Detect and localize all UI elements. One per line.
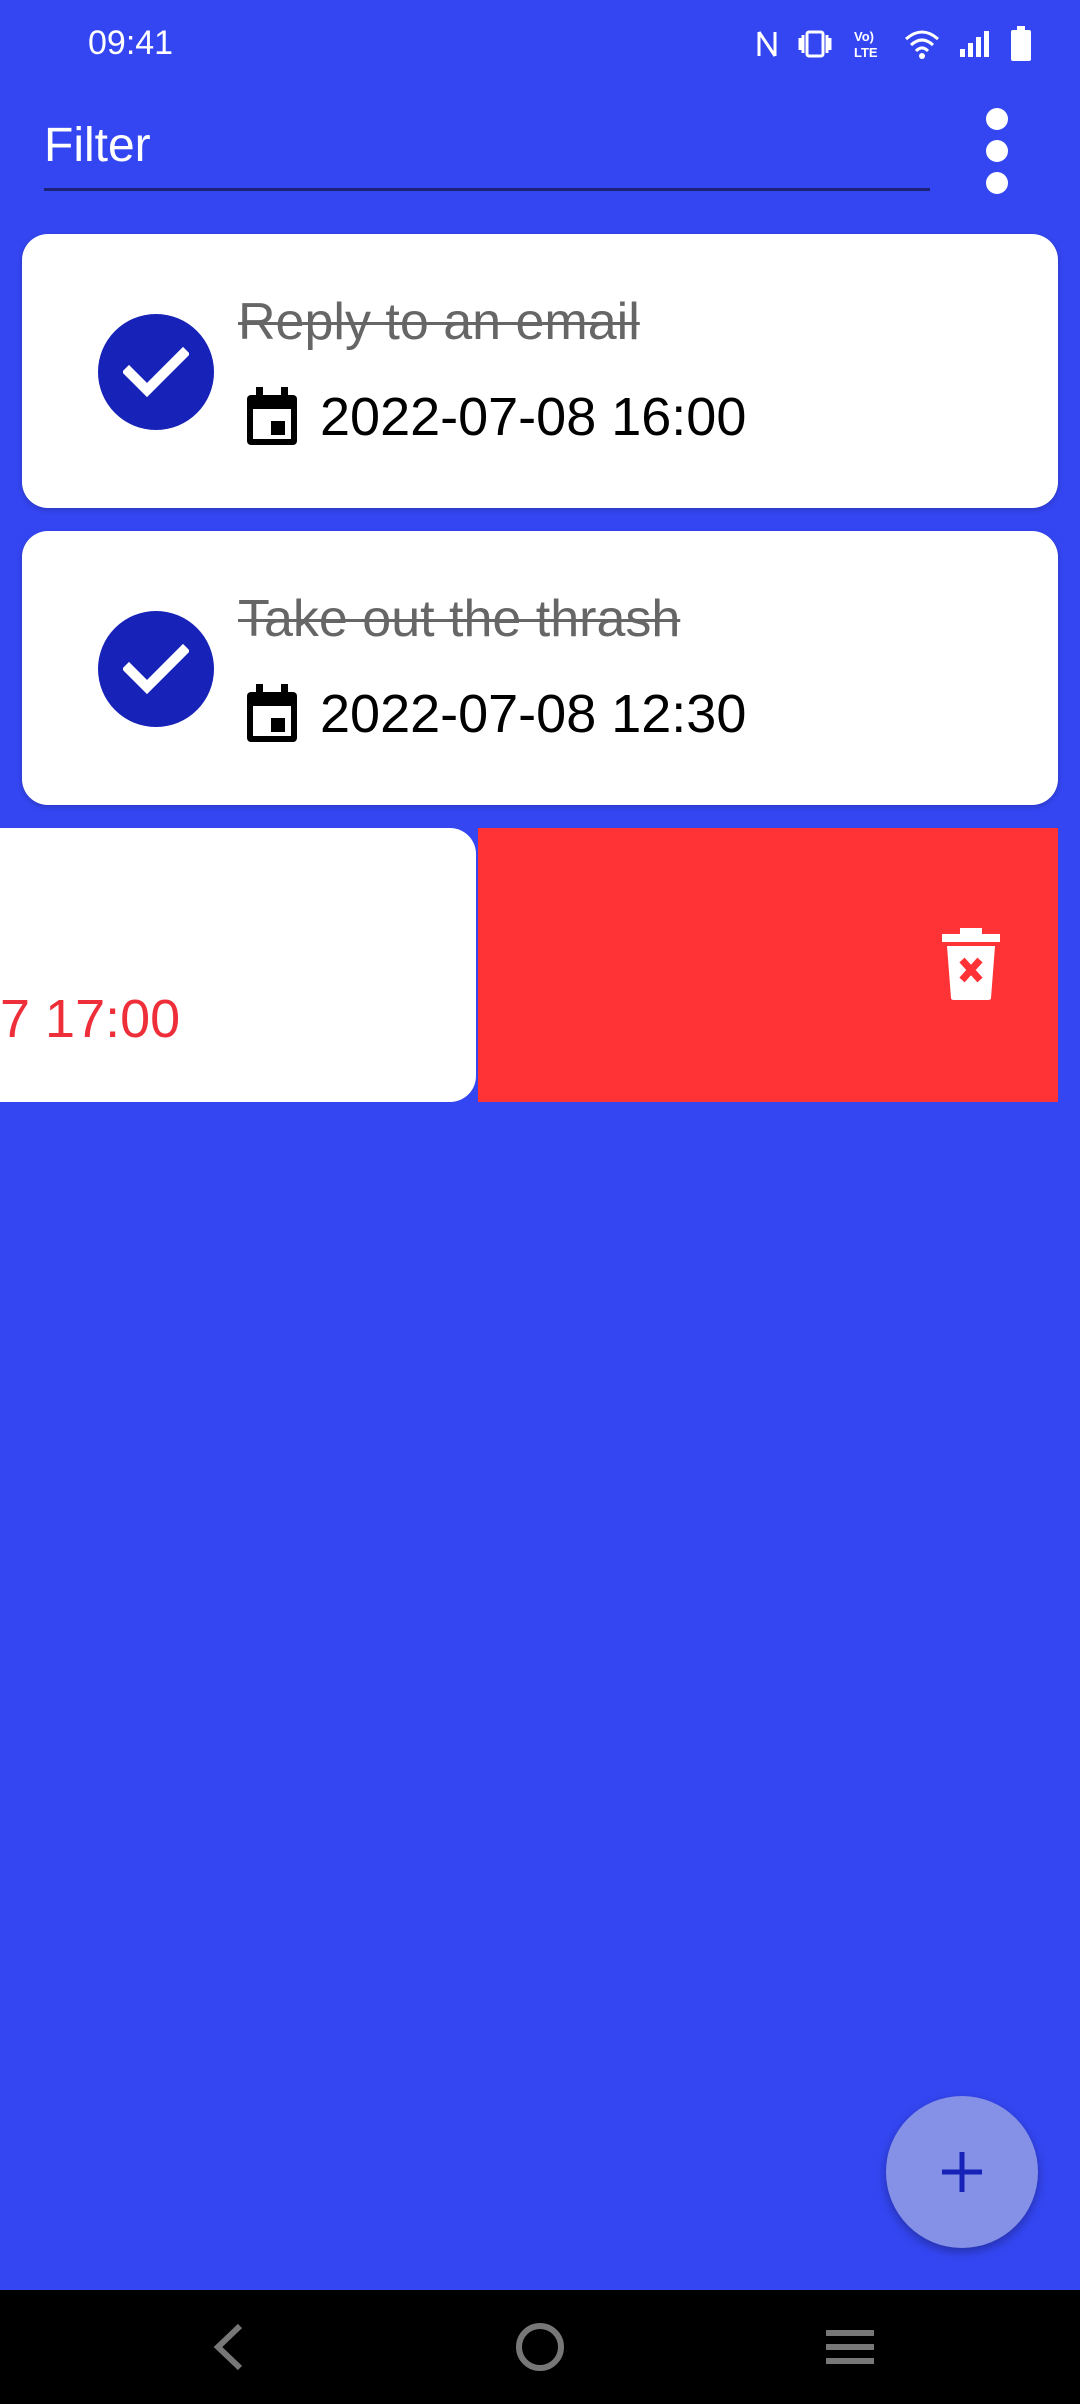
- checkmark-icon[interactable]: [98, 611, 214, 727]
- delete-swipe-area[interactable]: [478, 828, 1058, 1102]
- recents-icon[interactable]: [810, 2312, 890, 2382]
- more-options-button[interactable]: [975, 108, 1019, 194]
- checkmark-icon[interactable]: [98, 314, 214, 430]
- navigation-bar: [0, 2290, 1080, 2404]
- task-date-overdue: 7 17:00: [0, 989, 181, 1049]
- filter-input[interactable]: [44, 110, 930, 180]
- add-task-button[interactable]: [886, 2096, 1038, 2248]
- calendar-icon: [247, 684, 297, 742]
- filter-field[interactable]: [44, 110, 930, 191]
- trash-icon[interactable]: [940, 928, 1002, 1000]
- task-date: 2022-07-08 16:00: [320, 387, 747, 447]
- task-date-row: 2022-07-08 16:00: [244, 386, 746, 448]
- svg-text:LTE: LTE: [854, 45, 878, 60]
- task-title: Take out the thrash: [238, 590, 681, 648]
- task-card[interactable]: Reply to an email 2022-07-08 16:00: [22, 234, 1058, 508]
- vibrate-icon: [796, 24, 834, 64]
- svg-text:Vo): Vo): [854, 29, 874, 44]
- plus-icon: [942, 2152, 982, 2192]
- more-vert-icon: [986, 108, 1008, 130]
- swiped-task-card[interactable]: 7 17:00: [0, 828, 476, 1102]
- volte-icon: Vo) LTE: [852, 24, 886, 64]
- signal-icon: [958, 24, 992, 64]
- status-bar: 09:41 Vo) LTE: [0, 0, 1080, 90]
- wifi-icon: [904, 24, 940, 64]
- home-icon[interactable]: [500, 2312, 580, 2382]
- task-date-row: 2022-07-08 12:30: [244, 683, 746, 745]
- task-card[interactable]: Take out the thrash 2022-07-08 12:30: [22, 531, 1058, 805]
- battery-icon: [1010, 24, 1032, 64]
- task-title: Reply to an email: [238, 293, 640, 351]
- task-date: 2022-07-08 12:30: [320, 684, 747, 744]
- back-icon[interactable]: [188, 2312, 268, 2382]
- calendar-icon: [247, 387, 297, 445]
- status-time: 09:41: [88, 24, 174, 62]
- nfc-icon: [756, 24, 778, 64]
- status-icons: Vo) LTE: [756, 24, 1032, 64]
